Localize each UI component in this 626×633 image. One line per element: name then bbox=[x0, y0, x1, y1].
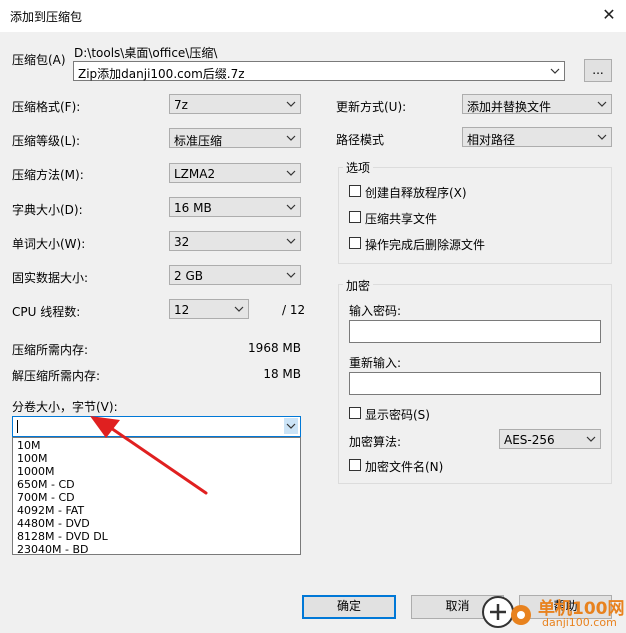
method-combo[interactable]: LZMA2 bbox=[169, 163, 301, 183]
encrypt-names-checkbox[interactable] bbox=[349, 459, 361, 471]
word-value: 32 bbox=[174, 235, 190, 249]
method-label: 压缩方法(M): bbox=[12, 168, 84, 182]
chevron-down-icon bbox=[595, 129, 609, 145]
archive-name-combo[interactable]: Zip添加danji100.com后缀.7z bbox=[73, 61, 565, 81]
encrypt-names-label: 加密文件名(N) bbox=[365, 460, 444, 474]
solid-combo[interactable]: 2 GB bbox=[169, 265, 301, 285]
pathmode-combo[interactable]: 相对路径 bbox=[462, 127, 612, 147]
window-title: 添加到压缩包 bbox=[10, 10, 83, 24]
pathmode-value: 相对路径 bbox=[467, 133, 516, 147]
chevron-down-icon[interactable] bbox=[284, 418, 298, 434]
split-option[interactable]: 4480M - DVD bbox=[17, 517, 90, 530]
mem-decompress-label: 解压缩所需内存: bbox=[12, 369, 101, 383]
solid-label: 固实数据大小: bbox=[12, 271, 89, 285]
chevron-down-icon bbox=[548, 63, 562, 79]
sfx-checkbox[interactable] bbox=[349, 185, 361, 197]
text-cursor bbox=[17, 420, 18, 433]
annotation-arrow-icon bbox=[90, 416, 208, 495]
level-label: 压缩等级(L): bbox=[12, 134, 81, 148]
password-label: 输入密码: bbox=[349, 304, 402, 318]
show-password-label: 显示密码(S) bbox=[365, 408, 430, 422]
archive-name-value: Zip添加danji100.com后缀.7z bbox=[78, 67, 245, 81]
split-option[interactable]: 8128M - DVD DL bbox=[17, 530, 108, 543]
sfx-label: 创建自释放程序(X) bbox=[365, 186, 467, 200]
format-combo[interactable]: 7z bbox=[169, 94, 301, 114]
cpu-combo[interactable]: 12 bbox=[169, 299, 249, 319]
split-option[interactable]: 650M - CD bbox=[17, 478, 75, 491]
update-value: 添加并替换文件 bbox=[467, 100, 552, 114]
archive-path: D:\tools\桌面\office\压缩\ bbox=[74, 46, 218, 60]
cpu-label: CPU 线程数: bbox=[12, 305, 81, 319]
watermark-badge-icon bbox=[511, 605, 531, 625]
archive-label: 压缩包(A) bbox=[12, 53, 66, 67]
browse-button[interactable]: ... bbox=[584, 59, 612, 82]
dict-combo[interactable]: 16 MB bbox=[169, 197, 301, 217]
level-combo[interactable]: 标准压缩 bbox=[169, 128, 301, 148]
chevron-down-icon bbox=[584, 431, 598, 447]
chevron-down-icon bbox=[284, 267, 298, 283]
dict-label: 字典大小(D): bbox=[12, 203, 83, 217]
reenter-label: 重新输入: bbox=[349, 356, 402, 370]
mem-decompress-value: 18 MB bbox=[263, 367, 301, 381]
solid-value: 2 GB bbox=[174, 269, 203, 283]
split-option[interactable]: 4092M - FAT bbox=[17, 504, 84, 517]
mem-compress-label: 压缩所需内存: bbox=[12, 343, 89, 357]
word-combo[interactable]: 32 bbox=[169, 231, 301, 251]
encrypt-method-label: 加密算法: bbox=[349, 435, 402, 449]
encrypt-title: 加密 bbox=[343, 277, 374, 294]
format-label: 压缩格式(F): bbox=[12, 100, 81, 114]
mem-compress-value: 1968 MB bbox=[248, 341, 301, 355]
split-option[interactable]: 10M bbox=[17, 439, 41, 452]
watermark: 单机100网 danji100.com bbox=[478, 590, 626, 633]
split-option[interactable]: 23040M - BD bbox=[17, 543, 88, 556]
ok-button[interactable]: 确定 bbox=[302, 595, 396, 619]
dict-value: 16 MB bbox=[174, 201, 212, 215]
options-title: 选项 bbox=[343, 159, 374, 176]
split-option[interactable]: 1000M bbox=[17, 465, 55, 478]
method-value: LZMA2 bbox=[174, 167, 216, 181]
split-option[interactable]: 100M bbox=[17, 452, 48, 465]
update-label: 更新方式(U): bbox=[336, 100, 407, 114]
chevron-down-icon bbox=[284, 199, 298, 215]
password-input[interactable] bbox=[349, 320, 601, 343]
format-value: 7z bbox=[174, 98, 188, 112]
level-value: 标准压缩 bbox=[174, 134, 223, 148]
reenter-input[interactable] bbox=[349, 372, 601, 395]
close-icon[interactable]: ✕ bbox=[597, 4, 621, 26]
title-bar bbox=[0, 0, 626, 32]
watermark-url: danji100.com bbox=[542, 616, 617, 629]
show-password-checkbox[interactable] bbox=[349, 407, 361, 419]
chevron-down-icon bbox=[284, 233, 298, 249]
pathmode-label: 路径模式 bbox=[336, 133, 385, 147]
chevron-down-icon bbox=[284, 130, 298, 146]
chevron-down-icon bbox=[232, 301, 246, 317]
shared-label: 压缩共享文件 bbox=[365, 212, 438, 226]
chevron-down-icon bbox=[284, 96, 298, 112]
encrypt-method-combo[interactable]: AES-256 bbox=[499, 429, 601, 449]
chevron-down-icon bbox=[595, 96, 609, 112]
split-option[interactable]: 700M - CD bbox=[17, 491, 75, 504]
encrypt-method-value: AES-256 bbox=[504, 433, 555, 447]
chevron-down-icon bbox=[284, 165, 298, 181]
cpu-total: / 12 bbox=[282, 303, 306, 317]
delete-label: 操作完成后删除源文件 bbox=[365, 238, 486, 252]
update-combo[interactable]: 添加并替换文件 bbox=[462, 94, 612, 114]
delete-checkbox[interactable] bbox=[349, 237, 361, 249]
cpu-value: 12 bbox=[174, 303, 190, 317]
shared-checkbox[interactable] bbox=[349, 211, 361, 223]
word-label: 单词大小(W): bbox=[12, 237, 86, 251]
